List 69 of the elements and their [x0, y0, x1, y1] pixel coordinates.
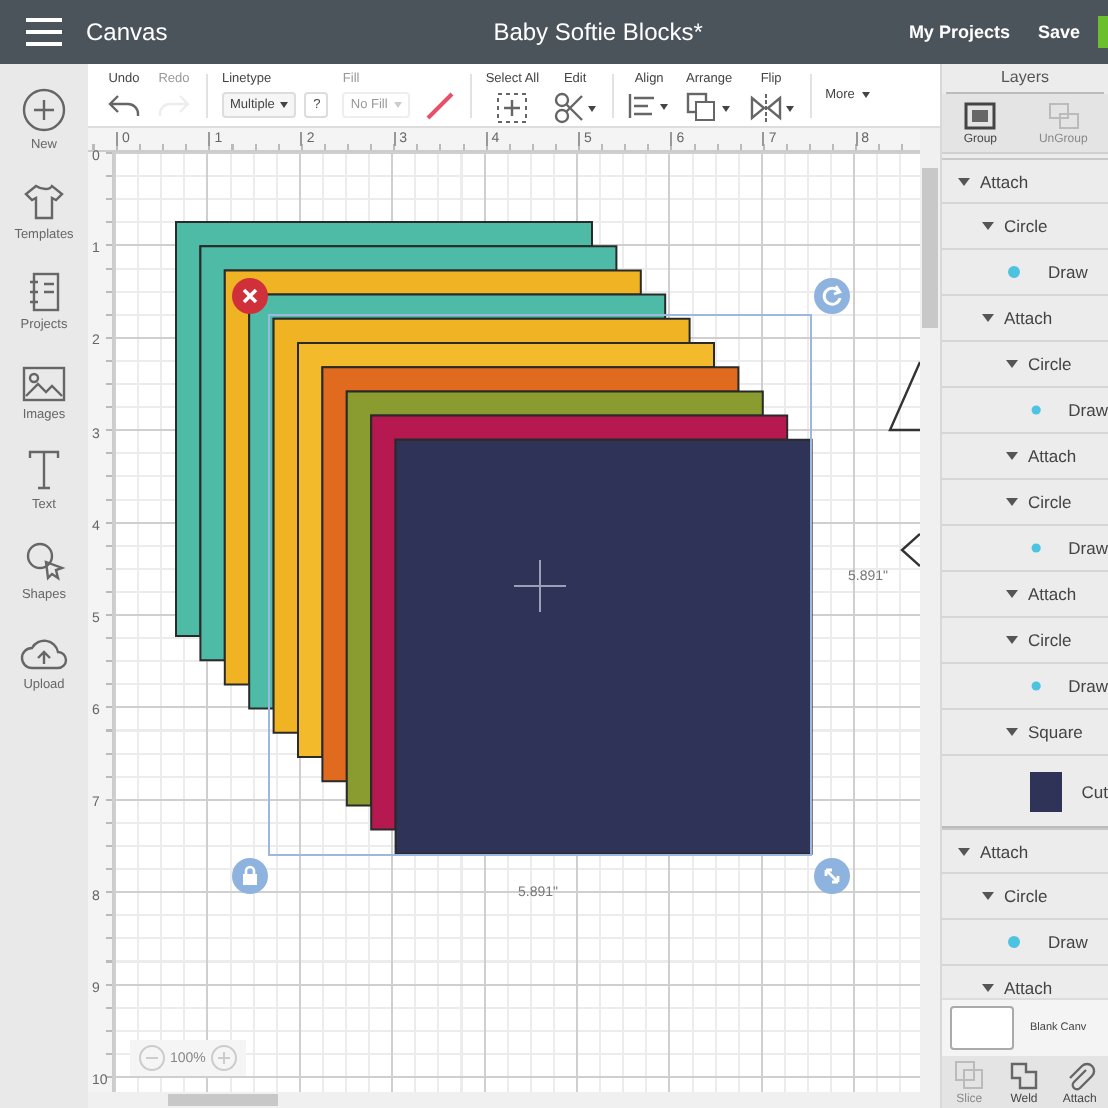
dashed-plus-icon: [496, 91, 529, 123]
canvas-swatch[interactable]: [950, 1006, 1014, 1050]
crosshair-icon: [514, 560, 566, 612]
layer-name[interactable]: Attach: [1004, 978, 1053, 998]
scissors-icon: [553, 91, 598, 123]
layer-name[interactable]: Attach: [1028, 446, 1077, 466]
undo-icon: [106, 91, 142, 119]
layer-name[interactable]: Square: [1028, 722, 1083, 742]
image-icon: [22, 366, 66, 402]
dot-icon: [1030, 678, 1043, 694]
caret-icon[interactable]: [982, 220, 994, 232]
menu-icon[interactable]: [26, 18, 62, 46]
scrollbar[interactable]: [88, 1092, 920, 1108]
shirt-icon: [22, 182, 66, 222]
layer-name[interactable]: Circle: [1028, 492, 1072, 512]
flip-icon: [747, 91, 796, 123]
notebook-icon: [26, 272, 62, 312]
caret-icon[interactable]: [982, 312, 994, 324]
ungroup-icon: [1045, 100, 1082, 132]
caret-icon[interactable]: [1006, 634, 1018, 646]
layer-name[interactable]: Attach: [980, 841, 1029, 861]
resize-handle-icon[interactable]: [814, 858, 850, 894]
layer-name[interactable]: Draw: [1048, 262, 1088, 282]
app-name: Canvas: [86, 18, 168, 46]
scrollbar-thumb[interactable]: [922, 168, 938, 328]
slice-icon: [953, 1059, 986, 1091]
document-title: Baby Softie Blocks*: [491, 18, 705, 46]
caret-icon[interactable]: [1006, 496, 1018, 508]
dot-icon: [1006, 934, 1022, 950]
caret-icon[interactable]: [958, 845, 970, 857]
weld-icon: [1007, 1059, 1040, 1091]
rotate-handle-icon[interactable]: [814, 278, 850, 314]
dot-icon: [1030, 540, 1043, 556]
layer-name[interactable]: Draw: [1048, 932, 1088, 952]
letter-t-icon: [26, 448, 62, 492]
chevron-shape: [900, 532, 920, 568]
layer-name[interactable]: Circle: [1004, 216, 1048, 236]
caret-icon[interactable]: [982, 982, 994, 994]
caret-icon[interactable]: [1006, 450, 1018, 462]
no-fill-swatch-icon[interactable]: [423, 89, 456, 121]
delete-handle-icon[interactable]: [232, 278, 268, 314]
layer-name[interactable]: Attach: [980, 171, 1029, 191]
layer-name[interactable]: Attach: [1028, 584, 1077, 604]
cloud-upload-icon: [20, 636, 68, 672]
caret-icon[interactable]: [958, 175, 970, 187]
layer-name[interactable]: Cut: [1081, 781, 1108, 801]
group-icon: [962, 100, 999, 132]
plus-icon: [22, 88, 66, 132]
lock-handle-icon[interactable]: [232, 858, 268, 894]
scrollbar[interactable]: [920, 128, 940, 1108]
layer-name[interactable]: Circle: [1028, 630, 1072, 650]
shapes-icon: [22, 538, 66, 582]
dot-icon: [1030, 402, 1043, 418]
caret-icon[interactable]: [1006, 588, 1018, 600]
align-left-icon: [627, 91, 672, 119]
layer-name[interactable]: Draw: [1068, 538, 1108, 558]
dot-icon: [1006, 264, 1022, 280]
stacked-squares-icon: [685, 91, 734, 123]
caret-icon[interactable]: [1006, 358, 1018, 370]
header-link[interactable]: Save: [1037, 22, 1080, 42]
caret-icon[interactable]: [1006, 726, 1018, 738]
layer-name[interactable]: Circle: [1004, 886, 1048, 906]
scrollbar-thumb[interactable]: [168, 1094, 278, 1106]
layer-name[interactable]: Draw: [1068, 676, 1108, 696]
caret-icon[interactable]: [982, 890, 994, 902]
layer-name[interactable]: Circle: [1028, 354, 1072, 374]
layer-name[interactable]: Draw: [1068, 400, 1108, 420]
header-link[interactable]: My Projects: [908, 22, 1010, 42]
layer-name[interactable]: Attach: [1004, 308, 1053, 328]
